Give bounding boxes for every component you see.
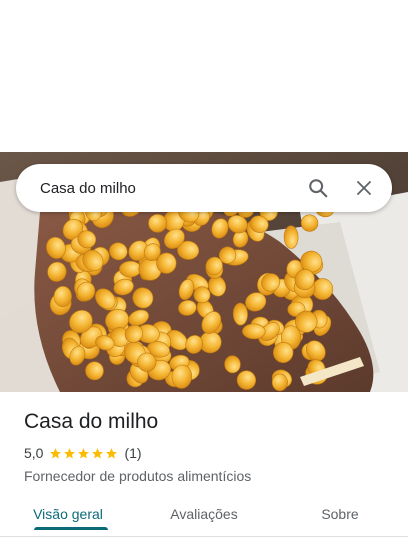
place-category[interactable]: Fornecedor de produtos alimentícios <box>24 466 392 486</box>
place-info: Casa do milho 5,0 (1) Fornecedor de prod… <box>24 408 392 486</box>
corn-kernel <box>119 260 142 278</box>
active-tab-indicator <box>34 527 108 530</box>
place-title: Casa do milho <box>24 410 159 433</box>
close-icon[interactable] <box>344 168 384 208</box>
star-icon <box>50 447 62 458</box>
search-bar[interactable]: Casa do milho <box>16 164 392 212</box>
corn-kernel <box>283 225 299 249</box>
search-input[interactable]: Casa do milho <box>16 180 298 197</box>
star-icon <box>92 447 104 458</box>
tab-bar: Visão geral Avaliações Sobre <box>0 494 408 536</box>
rating-row[interactable]: 5,0 (1) <box>24 444 392 462</box>
star-icon <box>64 447 76 458</box>
tab-overview-label: Visão geral <box>33 506 103 522</box>
rating-stars <box>49 447 119 460</box>
tab-divider <box>0 536 408 537</box>
tab-reviews-label: Avaliações <box>170 506 238 522</box>
rating-value: 5,0 <box>24 445 44 461</box>
tab-reviews[interactable]: Avaliações <box>136 494 272 536</box>
tab-overview[interactable]: Visão geral <box>0 494 136 536</box>
tab-about-label: Sobre <box>321 506 359 522</box>
review-count[interactable]: (1) <box>124 445 141 461</box>
corn-kernel <box>242 323 266 340</box>
map-area <box>0 0 408 152</box>
tab-about[interactable]: Sobre <box>272 494 408 536</box>
corn-kernel <box>148 213 167 233</box>
star-icon <box>78 447 90 458</box>
search-icon[interactable] <box>298 168 338 208</box>
star-icon <box>106 447 118 458</box>
